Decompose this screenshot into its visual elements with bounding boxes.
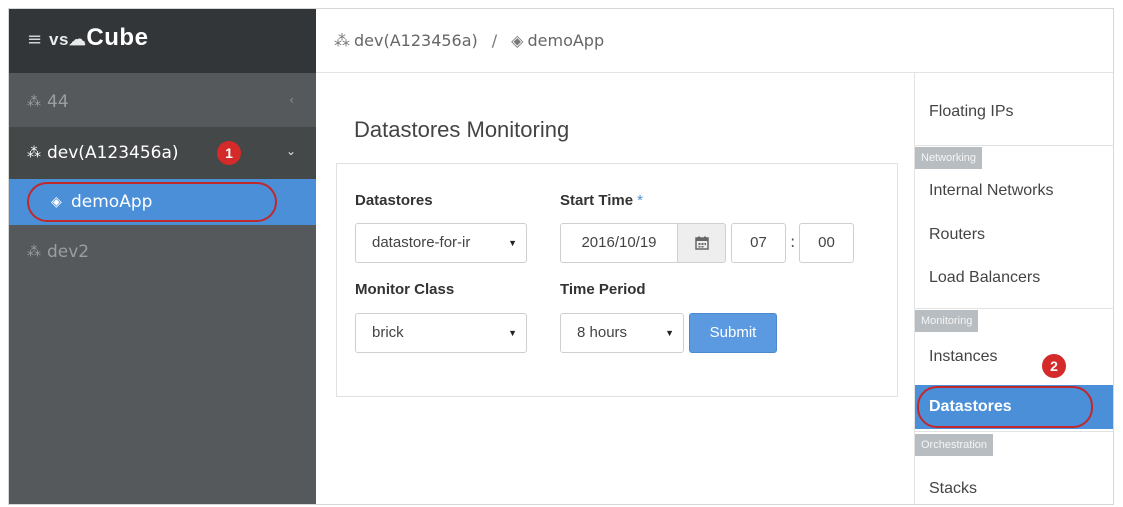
brand-logo[interactable]: vs☁Cube bbox=[49, 23, 148, 55]
sidebar-item-dev-a123456a[interactable]: ⁂ dev(A123456a) ⌄ bbox=[9, 127, 316, 179]
nav-item-floating-ips[interactable]: Floating IPs bbox=[915, 103, 1113, 133]
time-period-label: Time Period bbox=[560, 281, 646, 298]
calendar-button[interactable] bbox=[678, 223, 726, 263]
chevron-down-icon[interactable]: ⌄ bbox=[286, 144, 296, 158]
nav-item-instances[interactable]: Instances bbox=[915, 348, 1113, 378]
start-date-input[interactable]: 2016/10/19 bbox=[560, 223, 678, 263]
sidebar-item-label: dev2 bbox=[47, 242, 90, 262]
category-orchestration: Orchestration bbox=[915, 434, 994, 456]
nav-item-routers[interactable]: Routers bbox=[915, 226, 1113, 256]
monitor-class-label: Monitor Class bbox=[355, 281, 455, 298]
divider bbox=[915, 308, 1113, 309]
time-separator: : bbox=[790, 232, 796, 251]
datastores-select[interactable]: datastore-for-ir ▼ bbox=[355, 223, 527, 263]
caret-down-icon: ▼ bbox=[665, 328, 674, 338]
divider bbox=[915, 431, 1113, 432]
calendar-icon bbox=[694, 236, 709, 250]
time-period-select-value: 8 hours bbox=[577, 324, 628, 341]
sidebar-item-label: dev(A123456a) bbox=[47, 143, 179, 163]
divider bbox=[915, 145, 1113, 146]
start-minute-input[interactable]: 00 bbox=[799, 223, 854, 263]
monitor-class-select[interactable]: brick ▼ bbox=[355, 313, 527, 353]
cubes-icon: ⁂ bbox=[27, 145, 41, 161]
monitoring-form: Datastores datastore-for-ir ▼ Start Time… bbox=[336, 163, 898, 397]
breadcrumb-item-app[interactable]: demoApp bbox=[527, 31, 604, 50]
main-content: Datastores Monitoring Datastores datasto… bbox=[316, 73, 914, 504]
cubes-icon: ⁂ bbox=[334, 31, 350, 50]
time-period-select[interactable]: 8 hours ▼ bbox=[560, 313, 684, 353]
caret-down-icon: ▼ bbox=[508, 238, 517, 248]
start-time-label: Start Time * bbox=[560, 192, 643, 209]
start-hour-input[interactable]: 07 bbox=[731, 223, 786, 263]
monitor-class-select-value: brick bbox=[372, 324, 404, 341]
nav-item-internal-networks[interactable]: Internal Networks bbox=[915, 182, 1113, 212]
sidebar-item-44[interactable]: ⁂ 44 ‹ bbox=[9, 77, 316, 127]
cubes-icon: ⁂ bbox=[27, 244, 41, 260]
breadcrumb-item-project[interactable]: dev(A123456a) bbox=[354, 31, 478, 50]
submit-button[interactable]: Submit bbox=[689, 313, 777, 353]
sidebar-item-dev2[interactable]: ⁂ dev2 bbox=[9, 227, 316, 277]
annotation-badge-2: 2 bbox=[1042, 354, 1066, 378]
nav-item-stacks[interactable]: Stacks bbox=[915, 480, 1113, 504]
cube-icon: ◈ bbox=[511, 31, 524, 50]
annotation-highlight-ring bbox=[917, 386, 1093, 428]
sidebar-item-label: 44 bbox=[47, 92, 69, 112]
hamburger-icon[interactable]: ≡ bbox=[27, 30, 42, 50]
app-window: ≡ vs☁Cube ⁂ 44 ‹ ⁂ dev(A123456a) ⌄ 1 ◈ d… bbox=[8, 8, 1114, 505]
caret-down-icon: ▼ bbox=[508, 328, 517, 338]
category-monitoring: Monitoring bbox=[915, 310, 979, 332]
annotation-highlight-ring bbox=[27, 182, 277, 222]
breadcrumb: ⁂ dev(A123456a) / ◈ demoApp bbox=[316, 9, 1113, 73]
chevron-left-icon[interactable]: ‹ bbox=[289, 93, 294, 107]
datastores-label: Datastores bbox=[355, 192, 433, 209]
breadcrumb-separator: / bbox=[491, 31, 498, 50]
brand-bar: ≡ vs☁Cube bbox=[9, 9, 316, 73]
sidebar: ≡ vs☁Cube ⁂ 44 ‹ ⁂ dev(A123456a) ⌄ 1 ◈ d… bbox=[9, 9, 316, 504]
cubes-icon: ⁂ bbox=[27, 94, 41, 110]
nav-item-load-balancers[interactable]: Load Balancers bbox=[915, 269, 1113, 299]
required-mark: * bbox=[637, 192, 643, 209]
category-networking: Networking bbox=[915, 147, 983, 169]
right-nav: Floating IPs Networking Internal Network… bbox=[914, 73, 1113, 504]
page-title: Datastores Monitoring bbox=[354, 117, 570, 142]
datastores-select-value: datastore-for-ir bbox=[372, 234, 471, 251]
annotation-badge-1: 1 bbox=[217, 141, 241, 165]
